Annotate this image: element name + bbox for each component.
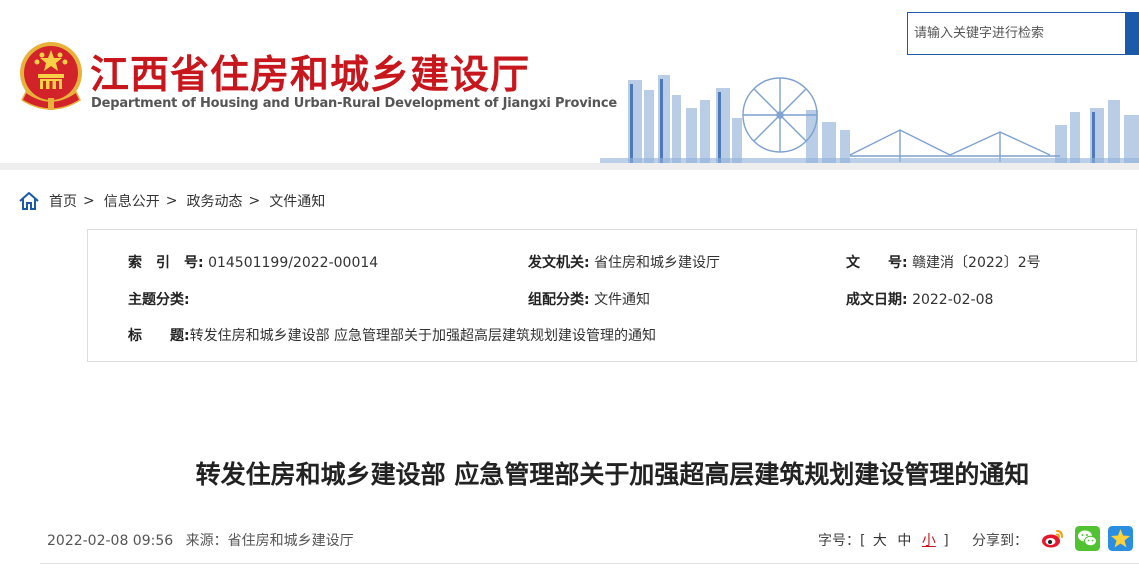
search-input[interactable] [908,13,1118,54]
meta-doc-no-label: 文 号: [846,255,908,271]
article-datetime: 2022-02-08 09:56 [47,533,174,549]
breadcrumb-notices[interactable]: 文件通知 [269,191,325,211]
meta-issuer-value: 省住房和城乡建设厅 [594,255,721,271]
meta-date-label: 成文日期: [846,292,908,308]
font-size-control: 字号：[ 大 中 小 ] [818,530,949,550]
national-emblem-icon [20,42,82,110]
article-title: 转发住房和城乡建设部 应急管理部关于加强超高层建筑规划建设管理的通知 [0,455,1139,491]
font-size-small[interactable]: 小 [922,533,936,549]
share-label: 分享到： [972,533,1028,549]
meta-index-value: 014501199/2022-00014 [208,255,379,271]
meta-issuer-label: 发文机关: [528,255,590,271]
weibo-icon[interactable] [1040,526,1065,551]
meta-date: 成文日期: 2022-02-08 [846,289,993,309]
font-size-medium[interactable]: 中 [897,533,911,549]
article-source: 省住房和城乡建设厅 [227,533,354,549]
wechat-icon[interactable] [1075,526,1100,551]
meta-topic: 主题分类: [128,289,190,309]
meta-title-value: 转发住房和城乡建设部 应急管理部关于加强超高层建筑规划建设管理的通知 [189,328,657,344]
source-label: 来源： [185,533,228,549]
meta-index-label: 索 引 号: [128,255,204,271]
city-skyline-image [600,75,1139,163]
breadcrumb-home[interactable]: 首页 [49,191,77,211]
search-button[interactable] [1126,12,1139,55]
article-title-text: 转发住房和城乡建设部 应急管理部关于加强超高层建筑规划建设管理的通知 [195,460,1030,489]
breadcrumb-info-public[interactable]: 信息公开 [104,191,160,211]
site-subtitle: Department of Housing and Urban-Rural De… [91,96,617,111]
meta-title-label: 标 题: [128,328,190,344]
breadcrumb-gov-news[interactable]: 政务动态 [186,191,242,211]
meta-category-value: 文件通知 [594,292,651,308]
meta-issuer: 发文机关: 省住房和城乡建设厅 [528,252,720,272]
meta-index: 索 引 号: 014501199/2022-00014 [128,252,378,272]
font-size-close-bracket: ] [943,533,949,549]
header-divider [0,163,1139,170]
breadcrumb-separator: > [165,193,178,209]
meta-date-value: 2022-02-08 [912,292,994,308]
meta-category: 组配分类: 文件通知 [528,289,650,309]
site-header: 江西省住房和城乡建设厅 Department of Housing and Ur… [0,0,1139,163]
meta-title: 标 题:转发住房和城乡建设部 应急管理部关于加强超高层建筑规划建设管理的通知 [128,325,656,345]
font-size-label: 字号：[ [818,533,866,549]
breadcrumb-separator: > [248,193,261,209]
document-meta-box: 索 引 号: 014501199/2022-00014 发文机关: 省住房和城乡… [87,229,1137,362]
search-box [907,12,1126,55]
font-size-large[interactable]: 大 [873,533,887,549]
site-title: 江西省住房和城乡建设厅 [90,53,531,98]
home-icon[interactable] [18,191,40,211]
article-info-bar: 2022-02-08 09:56 来源：省住房和城乡建设厅 [47,530,354,550]
meta-doc-no-value: 赣建消〔2022〕2号 [912,255,1041,271]
meta-category-label: 组配分类: [528,292,590,308]
meta-doc-no: 文 号: 赣建消〔2022〕2号 [846,252,1041,272]
divider-line [40,563,1139,564]
breadcrumb-separator: > [83,193,95,209]
meta-topic-label: 主题分类: [128,292,190,308]
breadcrumb: 首页 > 信息公开 > 政务动态 > 文件通知 [18,190,325,212]
qzone-icon[interactable] [1108,526,1133,551]
